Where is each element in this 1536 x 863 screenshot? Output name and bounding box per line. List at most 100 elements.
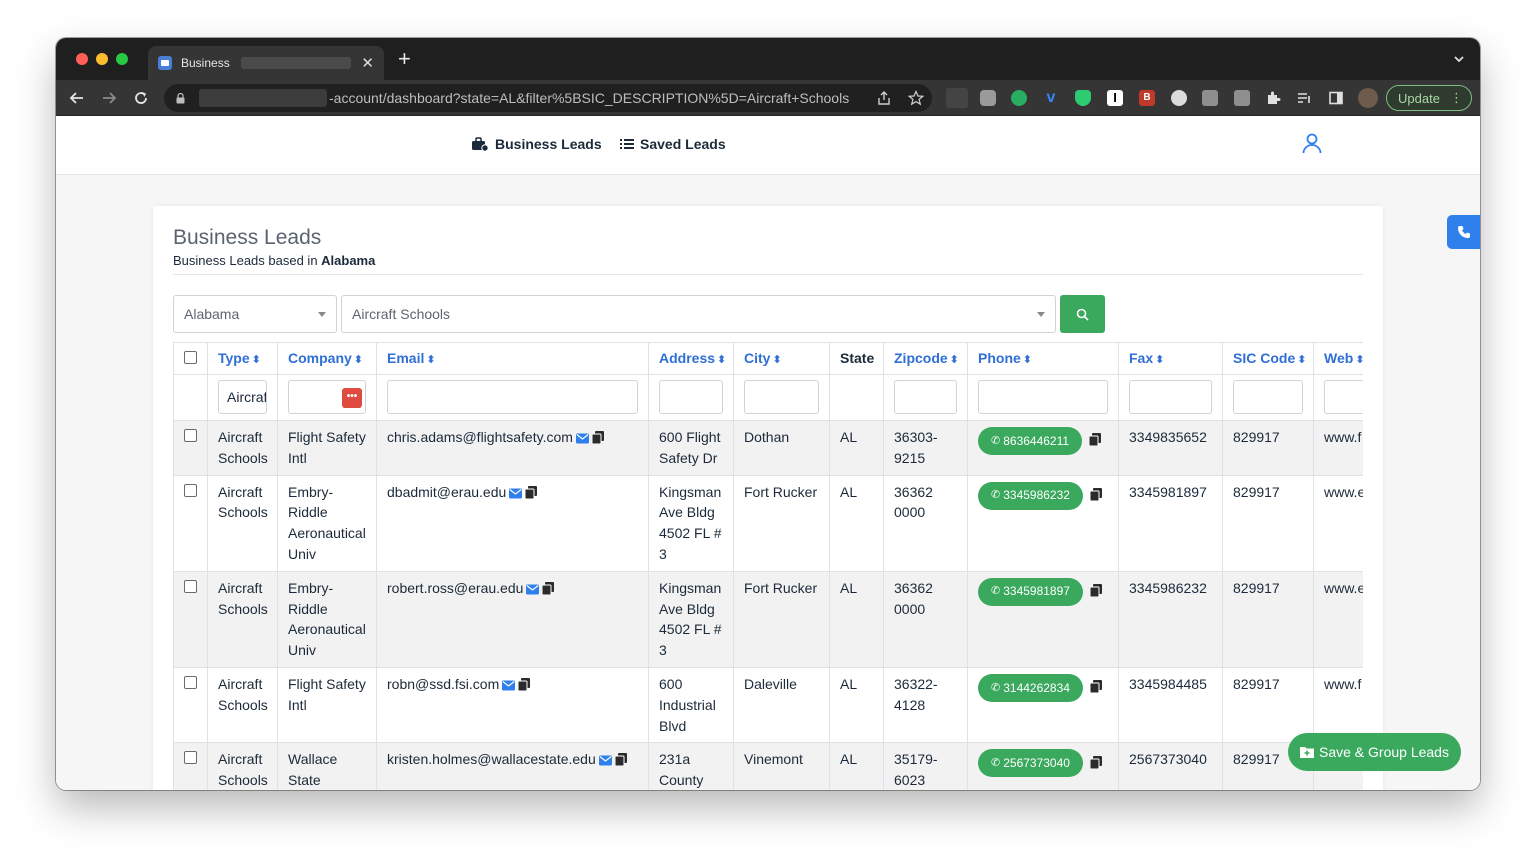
email-icon[interactable]: [502, 680, 516, 691]
update-button[interactable]: Update: [1386, 85, 1472, 111]
table-row: Aircraft Schools Embry-Riddle Aeronautica…: [173, 570, 1363, 668]
header-type[interactable]: Type ⬍: [207, 342, 278, 375]
reload-icon[interactable]: [132, 89, 150, 107]
nav-saved-leads[interactable]: Saved Leads: [620, 136, 726, 152]
call-phone-button[interactable]: ✆ 3345986232: [978, 481, 1083, 510]
sort-icon: ⬍: [1355, 354, 1363, 366]
forward-icon[interactable]: [100, 89, 118, 107]
copy-phone-icon[interactable]: [1089, 488, 1102, 502]
copy-email-icon[interactable]: [542, 581, 555, 595]
more-options-icon[interactable]: •••: [342, 388, 362, 408]
city-filter-input[interactable]: [744, 380, 819, 414]
web-filter-input[interactable]: [1324, 380, 1363, 414]
address-filter-input[interactable]: [659, 380, 723, 414]
row-checkbox[interactable]: [184, 675, 197, 689]
minimize-window-button[interactable]: [96, 53, 108, 65]
maximize-window-button[interactable]: [116, 53, 128, 65]
floating-call-button[interactable]: [1447, 215, 1480, 249]
leads-table-container[interactable]: Type ⬍ Company ⬍ Email ⬍ Address ⬍ City ⬍ Sta…: [173, 342, 1363, 790]
cell-web[interactable]: www.f: [1313, 420, 1363, 476]
select-all-checkbox[interactable]: [184, 351, 197, 364]
type-filter-input[interactable]: Aircraft Schools: [218, 380, 267, 414]
row-checkbox[interactable]: [184, 751, 197, 765]
browser-toolbar: -account/dashboard?state=AL&filter%5BSIC…: [56, 80, 1480, 116]
call-phone-button[interactable]: ✆ 2567373040: [978, 749, 1083, 778]
call-phone-button[interactable]: ✆ 8636446211: [978, 427, 1083, 455]
tab-close-icon[interactable]: ✕: [361, 54, 374, 72]
email-icon[interactable]: [575, 433, 589, 444]
header-sic-code[interactable]: SIC Code ⬍: [1222, 342, 1314, 375]
header-fax[interactable]: Fax ⬍: [1118, 342, 1223, 375]
copy-email-icon[interactable]: [525, 485, 538, 499]
vimeo-extension-icon[interactable]: v: [1043, 90, 1059, 106]
nav-business-leads[interactable]: Business Leads: [471, 136, 602, 152]
header-phone-label: Phone: [978, 350, 1021, 366]
copy-phone-icon[interactable]: [1089, 433, 1102, 447]
h-extension-icon[interactable]: [1202, 90, 1218, 106]
email-filter-input[interactable]: [387, 380, 638, 414]
copy-email-icon[interactable]: [591, 431, 604, 444]
fax-filter-input[interactable]: [1129, 380, 1212, 414]
email-icon[interactable]: [598, 755, 612, 766]
row-checkbox[interactable]: [184, 483, 197, 497]
side-panel-icon[interactable]: [1328, 90, 1344, 106]
cell-city: Fort Rucker: [733, 570, 830, 668]
copy-email-icon[interactable]: [614, 753, 627, 767]
filter-cell-web: [1313, 374, 1363, 421]
row-checkbox[interactable]: [184, 579, 197, 593]
shield-extension-icon[interactable]: [1075, 90, 1091, 106]
grammarly-extension-icon[interactable]: [1011, 90, 1027, 106]
header-phone[interactable]: Phone ⬍: [967, 342, 1119, 375]
profile-avatar[interactable]: [1358, 88, 1378, 108]
browser-tab-active[interactable]: Business ✕: [148, 46, 384, 80]
cell-email: robert.ross@erau.edu: [376, 570, 649, 668]
call-phone-button[interactable]: ✆ 3144262834: [978, 673, 1083, 702]
row-checkbox[interactable]: [184, 429, 197, 442]
cell-address: Kingsman Ave Bldg 4502 FL # 3: [648, 570, 734, 668]
bookmark-star-icon[interactable]: [908, 90, 924, 106]
phone-filter-input[interactable]: [978, 380, 1108, 414]
copy-phone-icon[interactable]: [1089, 680, 1102, 694]
call-phone-button[interactable]: ✆ 3345981897: [978, 577, 1083, 606]
copy-phone-icon[interactable]: [1089, 584, 1102, 598]
email-icon[interactable]: [526, 584, 540, 595]
b-extension-icon[interactable]: B: [1139, 90, 1155, 106]
camera-extension-icon[interactable]: [980, 90, 996, 106]
mail-extension-icon[interactable]: [1171, 90, 1187, 106]
header-sic-code-label: SIC Code: [1233, 350, 1296, 366]
search-icon: [1076, 308, 1089, 321]
extension-redacted-icon[interactable]: [946, 88, 968, 108]
share-icon[interactable]: [876, 90, 892, 106]
nav-saved-leads-label: Saved Leads: [640, 136, 726, 152]
header-city[interactable]: City ⬍: [733, 342, 830, 375]
state-select[interactable]: Alabama: [173, 295, 337, 333]
save-group-leads-button[interactable]: Save & Group Leads: [1288, 733, 1461, 771]
search-button[interactable]: [1060, 295, 1105, 333]
header-state-label: State: [840, 350, 875, 366]
cell-web[interactable]: www.f: [1313, 666, 1363, 744]
copy-phone-icon[interactable]: [1089, 755, 1102, 769]
address-bar[interactable]: -account/dashboard?state=AL&filter%5BSIC…: [164, 84, 932, 112]
user-account-icon[interactable]: [1301, 132, 1323, 154]
puzzle-extensions-icon[interactable]: [1265, 90, 1281, 106]
sic-description-select[interactable]: Aircraft Schools: [341, 295, 1056, 333]
zipcode-filter-input[interactable]: [894, 380, 957, 414]
cell-phone: ✆ 3144262834: [967, 666, 1119, 744]
back-icon[interactable]: [68, 89, 86, 107]
download-extension-icon[interactable]: [1234, 90, 1250, 106]
header-web[interactable]: Web ⬍: [1313, 342, 1363, 375]
tab-search-chevron-icon[interactable]: [1452, 52, 1466, 66]
close-window-button[interactable]: [76, 53, 88, 65]
cell-web[interactable]: www.e: [1313, 474, 1363, 572]
header-zipcode[interactable]: Zipcode ⬍: [883, 342, 968, 375]
instapaper-extension-icon[interactable]: I: [1107, 90, 1123, 106]
new-tab-button[interactable]: +: [398, 48, 411, 70]
sic-filter-input[interactable]: [1233, 380, 1303, 414]
header-company[interactable]: Company ⬍: [277, 342, 377, 375]
media-queue-icon[interactable]: [1296, 90, 1312, 106]
copy-email-icon[interactable]: [518, 677, 531, 691]
header-address[interactable]: Address ⬍: [648, 342, 734, 375]
header-email[interactable]: Email ⬍: [376, 342, 649, 375]
cell-web[interactable]: www.e: [1313, 570, 1363, 668]
email-icon[interactable]: [509, 488, 523, 499]
